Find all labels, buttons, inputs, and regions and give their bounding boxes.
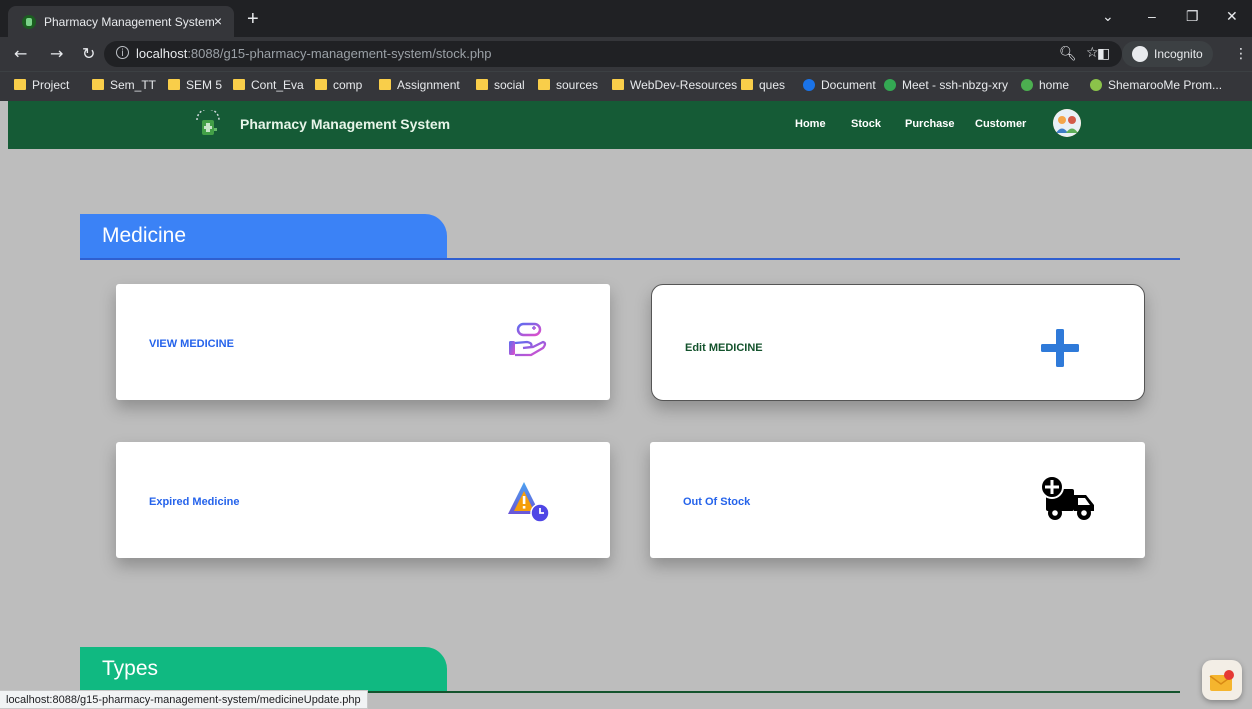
tab-title: Pharmacy Management System xyxy=(44,15,215,29)
mail-notification-icon xyxy=(1209,670,1234,691)
bookmark-item[interactable]: home xyxy=(1021,78,1069,92)
plus-icon xyxy=(1041,329,1079,367)
tab-close-button[interactable]: × xyxy=(214,13,222,29)
bookmark-label: ShemarooMe Prom... xyxy=(1108,78,1223,92)
warning-clock-icon xyxy=(508,482,550,523)
nav-purchase[interactable]: Purchase xyxy=(905,118,955,130)
bookmark-item[interactable]: Assignment xyxy=(379,78,460,92)
card-edit-medicine[interactable]: Edit MEDICINE xyxy=(651,284,1145,401)
bookmark-item[interactable]: Meet - ssh-nbzg-xry xyxy=(884,78,1008,92)
bookmark-item[interactable]: Document xyxy=(803,78,876,92)
folder-icon xyxy=(741,79,753,90)
reload-icon[interactable]: ↻ xyxy=(82,44,95,63)
bookmark-label: ques xyxy=(759,78,786,92)
tab-strip: Pharmacy Management System × + ⌄ – ❐ ✕ xyxy=(0,0,1252,37)
bookmark-label: Sem_TT xyxy=(110,78,157,92)
bookmark-item[interactable]: ques xyxy=(741,78,785,92)
zoom-icon[interactable]: 🔍︎ xyxy=(1059,46,1077,62)
bookmark-item[interactable]: comp xyxy=(315,78,362,92)
folder-icon xyxy=(14,79,26,90)
folder-icon xyxy=(233,79,245,90)
bookmarks-bar: Project Sem_TT SEM 5 Cont_Eva comp Assignment… xyxy=(0,71,1252,101)
folder-icon xyxy=(315,79,327,90)
status-bar-url: localhost:8088/g15-pharmacy-management-s… xyxy=(0,690,368,709)
bookmark-label: Project xyxy=(32,78,70,92)
section-header-types: Types xyxy=(80,647,447,693)
section-title: Medicine xyxy=(102,224,187,247)
nav-stock[interactable]: Stock xyxy=(851,118,881,130)
bookmark-label: Meet - ssh-nbzg-xry xyxy=(902,78,1009,92)
folder-icon xyxy=(612,79,624,90)
close-window-button[interactable]: ✕ xyxy=(1226,8,1238,25)
site-favicon-icon xyxy=(1021,79,1033,91)
section-divider xyxy=(80,258,1180,260)
site-favicon-icon xyxy=(803,79,815,91)
bookmark-label: Assignment xyxy=(397,78,460,92)
folder-icon xyxy=(538,79,550,90)
forward-icon[interactable]: → xyxy=(50,44,63,63)
nav-home[interactable]: Home xyxy=(795,118,826,130)
bookmark-item[interactable]: SEM 5 xyxy=(168,78,222,92)
site-favicon-icon xyxy=(1090,79,1102,91)
card-label: Out Of Stock xyxy=(683,496,751,508)
bookmark-item[interactable]: Cont_Eva xyxy=(233,78,304,92)
card-out-of-stock[interactable]: Out Of Stock xyxy=(650,442,1145,558)
bookmark-label: WebDev-Resources xyxy=(630,78,738,92)
menu-kebab-icon[interactable]: ⋮ xyxy=(1234,46,1248,62)
address-bar[interactable]: i localhost:8088/g15-pharmacy-management… xyxy=(104,41,1122,67)
delivery-truck-plus-icon xyxy=(1040,475,1094,520)
notification-button[interactable] xyxy=(1202,660,1242,700)
site-info-icon[interactable]: i xyxy=(116,46,129,59)
address-url[interactable]: localhost:8088/g15-pharmacy-management-s… xyxy=(136,46,492,61)
section-header-medicine: Medicine xyxy=(80,214,447,260)
card-expired-medicine[interactable]: Expired Medicine xyxy=(116,442,610,558)
bookmark-label: home xyxy=(1039,78,1070,92)
folder-icon xyxy=(476,79,488,90)
main-content: Medicine VIEW MEDICINE Edit MEDICINE Exp… xyxy=(8,149,1252,709)
nav-customer[interactable]: Customer xyxy=(975,118,1026,130)
bookmark-item[interactable]: WebDev-Resources xyxy=(612,78,737,92)
bookmark-item[interactable]: Sem_TT xyxy=(92,78,156,92)
folder-icon xyxy=(92,79,104,90)
bookmark-label: comp xyxy=(333,78,363,92)
browser-chrome: Pharmacy Management System × + ⌄ – ❐ ✕ ←… xyxy=(0,0,1252,101)
browser-tab[interactable]: Pharmacy Management System × xyxy=(8,6,234,37)
minimize-button[interactable]: – xyxy=(1148,8,1156,24)
site-navbar: Pharmacy Management System Home Stock Pu… xyxy=(8,101,1252,149)
folder-icon xyxy=(168,79,180,90)
folder-icon xyxy=(379,79,391,90)
side-panel-icon[interactable]: ◧ xyxy=(1097,46,1110,62)
user-avatar[interactable] xyxy=(1053,109,1081,137)
pharmacy-logo-icon xyxy=(196,110,220,135)
favicon-icon xyxy=(22,15,36,29)
bookmark-label: social xyxy=(494,78,525,92)
bookmark-label: Document xyxy=(821,78,876,92)
bookmark-item[interactable]: ShemarooMe Prom... xyxy=(1090,78,1222,92)
site-favicon-icon xyxy=(884,79,896,91)
card-label: Edit MEDICINE xyxy=(685,342,763,354)
restore-button[interactable]: ❐ xyxy=(1186,8,1199,25)
tab-search-icon[interactable]: ⌄ xyxy=(1102,8,1114,25)
bookmark-label: Cont_Eva xyxy=(251,78,304,92)
pill-hand-icon xyxy=(509,322,547,357)
back-icon[interactable]: ← xyxy=(14,44,27,63)
bookmark-label: SEM 5 xyxy=(186,78,223,92)
card-view-medicine[interactable]: VIEW MEDICINE xyxy=(116,284,610,400)
section-title: Types xyxy=(102,657,159,680)
incognito-indicator[interactable]: Incognito xyxy=(1122,41,1213,67)
card-label: Expired Medicine xyxy=(149,496,240,508)
bookmark-label: sources xyxy=(556,78,599,92)
incognito-icon xyxy=(1132,45,1148,62)
bookmark-item[interactable]: sources xyxy=(538,78,598,92)
bookmark-item[interactable]: Project xyxy=(14,78,69,92)
new-tab-button[interactable]: + xyxy=(247,8,259,31)
browser-toolbar: ← → ↻ i localhost:8088/g15-pharmacy-mana… xyxy=(0,37,1252,71)
brand-title[interactable]: Pharmacy Management System xyxy=(240,116,450,132)
bookmark-item[interactable]: social xyxy=(476,78,525,92)
card-label: VIEW MEDICINE xyxy=(149,338,234,350)
